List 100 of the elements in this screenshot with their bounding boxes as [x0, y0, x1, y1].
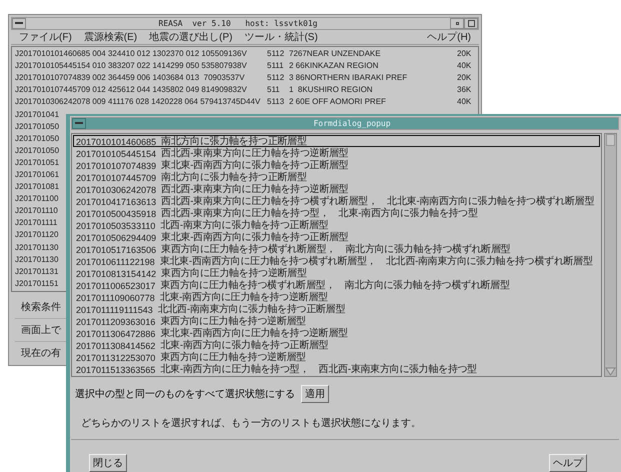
- list-row-text[interactable]: 3 86NORTHERN IBARAKI PREF: [289, 72, 408, 84]
- apply-button[interactable]: 適用: [301, 385, 329, 403]
- list-row-text[interactable]: J201701050: [15, 144, 60, 157]
- list-row-text[interactable]: J201701130: [15, 242, 58, 254]
- event-id: 2017011209363016: [75, 316, 156, 326]
- scrollbar[interactable]: [604, 133, 617, 377]
- list-item[interactable]: 2017010107445709 南北方向に張力軸を持つ正断層型: [73, 171, 600, 183]
- list-item[interactable]: 2017011312253070 東西方向に圧力軸を持つ逆断層型: [73, 351, 600, 363]
- menu-item[interactable]: ツール・統計(S): [244, 30, 318, 44]
- fault-type: 東西方向に圧力軸を持つ横ずれ断層型， 南北方向に張力軸を持つ横ずれ断層型: [160, 280, 510, 290]
- list-row-text[interactable]: J201701050: [15, 120, 60, 133]
- list-row-text[interactable]: 2 66KINKAZAN REGION: [289, 60, 378, 72]
- event-id: 2017011513363565: [75, 364, 156, 374]
- list-row-text[interactable]: 20K: [457, 48, 472, 60]
- list-row-text[interactable]: 5112: [267, 48, 284, 60]
- menu-item[interactable]: 地震の選び出し(P): [149, 30, 232, 44]
- list-row-text[interactable]: 5113: [267, 96, 284, 108]
- help-button[interactable]: ヘルプ: [549, 454, 587, 472]
- event-id: 2017010101460685: [75, 136, 158, 146]
- fault-type: 西北西-東南東方向に圧力軸を持つ型， 北東-南西方向に張力軸を持つ型: [161, 208, 478, 218]
- event-id: 2017010417163613: [75, 196, 158, 206]
- event-id: 2017010517163506: [75, 244, 158, 254]
- list-row-text[interactable]: 7267NEAR UNZENDAKE: [289, 48, 381, 60]
- fault-type: 北北西-南南東方向に張力軸を持つ正断層型: [158, 304, 346, 314]
- window-title: REASA ver 5.10 host: lssvtk01g: [158, 19, 318, 28]
- list-item[interactable]: 2017010503533110 北西-南東方向に張力軸を持つ正断層型: [73, 219, 600, 231]
- minimize-button[interactable]: [450, 18, 464, 29]
- window-menu-button[interactable]: [72, 118, 86, 129]
- list-row-text[interactable]: J2017010107445709 012 425612 044 1435802 049 814909832V: [15, 84, 247, 96]
- fault-type: 西北西-東南東方向に圧力軸を持つ横ずれ断層型， 北北東-南南西方向に張力軸を持つ横ずれ断層型: [161, 196, 594, 206]
- window-menu-button[interactable]: [12, 18, 26, 29]
- event-id: 2017010503533110: [75, 220, 156, 230]
- list-row-text[interactable]: 36K: [457, 84, 472, 96]
- event-id: 2017010506294409: [75, 232, 158, 242]
- list-row-text[interactable]: 5112: [267, 72, 284, 84]
- list-row-text[interactable]: J201701120: [15, 229, 58, 242]
- list-row-text[interactable]: 2 60E OFF AOMORI PREF: [289, 96, 386, 108]
- list-row-text[interactable]: J2017010306242078 009 411176 028 1420228 064 579413745D44V: [15, 96, 260, 108]
- list-row-text[interactable]: 1 8KUSHIRO REGION: [289, 84, 373, 96]
- list-item[interactable]: 2017010101460685 南北方向に張力軸を持つ正断層型: [73, 135, 600, 147]
- list-row-text[interactable]: J201701131: [15, 266, 58, 278]
- event-id: 2017010107074839: [75, 160, 158, 170]
- event-id: 2017011306472886: [75, 328, 156, 338]
- fault-type: 西北西-東南東方向に圧力軸を持つ逆断層型: [161, 148, 348, 158]
- event-id: 2017011109060778: [75, 292, 156, 302]
- list-row-text[interactable]: J2017010107074839 002 364459 006 1403684 013 70903537V: [15, 72, 245, 84]
- list-item[interactable]: 2017011119111543 北北西-南南東方向に張力軸を持つ正断層型: [73, 303, 600, 315]
- list-row-text[interactable]: J201701110: [15, 205, 58, 218]
- menu-item[interactable]: ヘルプ(H): [427, 30, 471, 44]
- list-item[interactable]: 2017011308414562 北東-南西方向に張力軸を持つ正断層型: [73, 339, 600, 351]
- list-item[interactable]: 2017011006523017 東西方向に圧力軸を持つ横ずれ断層型， 南北方向に張力軸を持つ横ずれ断層型: [73, 279, 600, 291]
- list-row-text[interactable]: J2017010101460685 004 324410 012 1302370 012 105509136V: [15, 48, 247, 60]
- list-row-text[interactable]: 511: [267, 84, 280, 96]
- close-button[interactable]: 閉じる: [89, 454, 127, 472]
- list-item[interactable]: 2017010517163506 東西方向に圧力軸を持つ横ずれ断層型， 南北方向に張力軸を持つ横ずれ断層型: [73, 243, 600, 255]
- list-row-text[interactable]: J201701111: [15, 217, 58, 230]
- maximize-button[interactable]: [464, 18, 478, 29]
- event-id: 2017011312253070: [75, 352, 156, 362]
- list-item[interactable]: 2017011209363016 東西方向に圧力軸を持つ逆断層型: [73, 315, 600, 327]
- fault-type: 東北東-西南西方向に圧力軸を持つ横ずれ断層型， 北北西-南南東方向に張力軸を持つ横ずれ断層型: [160, 256, 593, 266]
- list-row-text[interactable]: 40K: [457, 60, 472, 72]
- list-row-text[interactable]: 5111: [267, 60, 284, 72]
- list-item[interactable]: 2017011306472886 東北東-西南西方向に圧力軸を持つ逆断層型: [73, 327, 600, 339]
- menu-item[interactable]: 震源検索(E): [84, 30, 138, 44]
- list-row-text[interactable]: J201701130: [15, 254, 58, 266]
- scroll-thumb[interactable]: [606, 134, 615, 146]
- list-item[interactable]: 2017010500435918 西北西-東南東方向に圧力軸を持つ型， 北東-南西方向に張力軸を持つ型: [73, 207, 600, 219]
- list-row-text[interactable]: J201701050: [15, 132, 60, 145]
- dash-icon: [75, 122, 83, 125]
- list-row-text[interactable]: J201701100: [15, 193, 58, 206]
- option-label: 画面上で: [21, 324, 61, 337]
- list-row-text[interactable]: 20K: [457, 72, 472, 84]
- list-row-text[interactable]: J201701081: [15, 181, 60, 194]
- fault-type: 東西方向に圧力軸を持つ逆断層型: [161, 268, 307, 278]
- event-id: 2017011006523017: [75, 280, 156, 290]
- list-item[interactable]: 2017011513363565 北東-南西方向に圧力軸を持つ型， 西北西-東南東方向に張力軸を持つ型: [73, 363, 600, 375]
- list-item[interactable]: 2017010813154142 東西方向に圧力軸を持つ逆断層型: [73, 267, 600, 279]
- option-label: 検索条件: [21, 300, 61, 314]
- fault-type: 東北東-西南西方向に圧力軸を持つ逆断層型: [160, 328, 348, 338]
- menu-item[interactable]: ファイル(F): [19, 30, 72, 44]
- list-row-text[interactable]: 40K: [457, 96, 472, 108]
- list-item[interactable]: 2017010306242078 西北西-東南東方向に圧力軸を持つ逆断層型: [73, 183, 600, 195]
- fault-type: 北東-南西方向に圧力軸を持つ型， 西北西-東南東方向に張力軸を持つ型: [160, 364, 477, 374]
- list-item[interactable]: 2017010105445154 西北西-東南東方向に圧力軸を持つ逆断層型: [73, 147, 600, 159]
- list-row-text[interactable]: J201701041: [15, 108, 60, 121]
- minimize-icon: [456, 22, 458, 25]
- event-id: 2017010107445709: [75, 172, 158, 182]
- list-item[interactable]: 2017010611122198 東北東-西南西方向に圧力軸を持つ横ずれ断層型， 北北西-南南東方向に張力軸を持つ横ずれ断層型: [73, 255, 600, 267]
- fault-type: 西北西-東南東方向に圧力軸を持つ逆断層型: [161, 184, 348, 194]
- fault-type: 南北方向に張力軸を持つ正断層型: [161, 172, 307, 182]
- list-item[interactable]: 2017011109060778 北東-南西方向に圧力軸を持つ逆断層型: [73, 291, 600, 303]
- event-id: 2017011308414562: [75, 340, 156, 350]
- list-row-text[interactable]: J201701151: [15, 278, 58, 290]
- list-row-text[interactable]: J201701061: [15, 168, 60, 181]
- list-item[interactable]: 2017010506294409 東北東-西南西方向に張力軸を持つ正断層型: [73, 231, 600, 243]
- list-row-text[interactable]: J2017010105445154 010 383207 022 1414299 050 535807938V: [15, 60, 247, 72]
- list-item[interactable]: 2017010417163613 西北西-東南東方向に圧力軸を持つ横ずれ断層型， 北北東-南南西方向に張力軸を持つ横ずれ断層型: [73, 195, 600, 207]
- list-item[interactable]: 2017010107074839 東北東-西南西方向に張力軸を持つ正断層型: [73, 159, 600, 171]
- list-row-text[interactable]: J201701051: [15, 156, 60, 169]
- fault-type: 東西方向に圧力軸を持つ逆断層型: [160, 316, 306, 326]
